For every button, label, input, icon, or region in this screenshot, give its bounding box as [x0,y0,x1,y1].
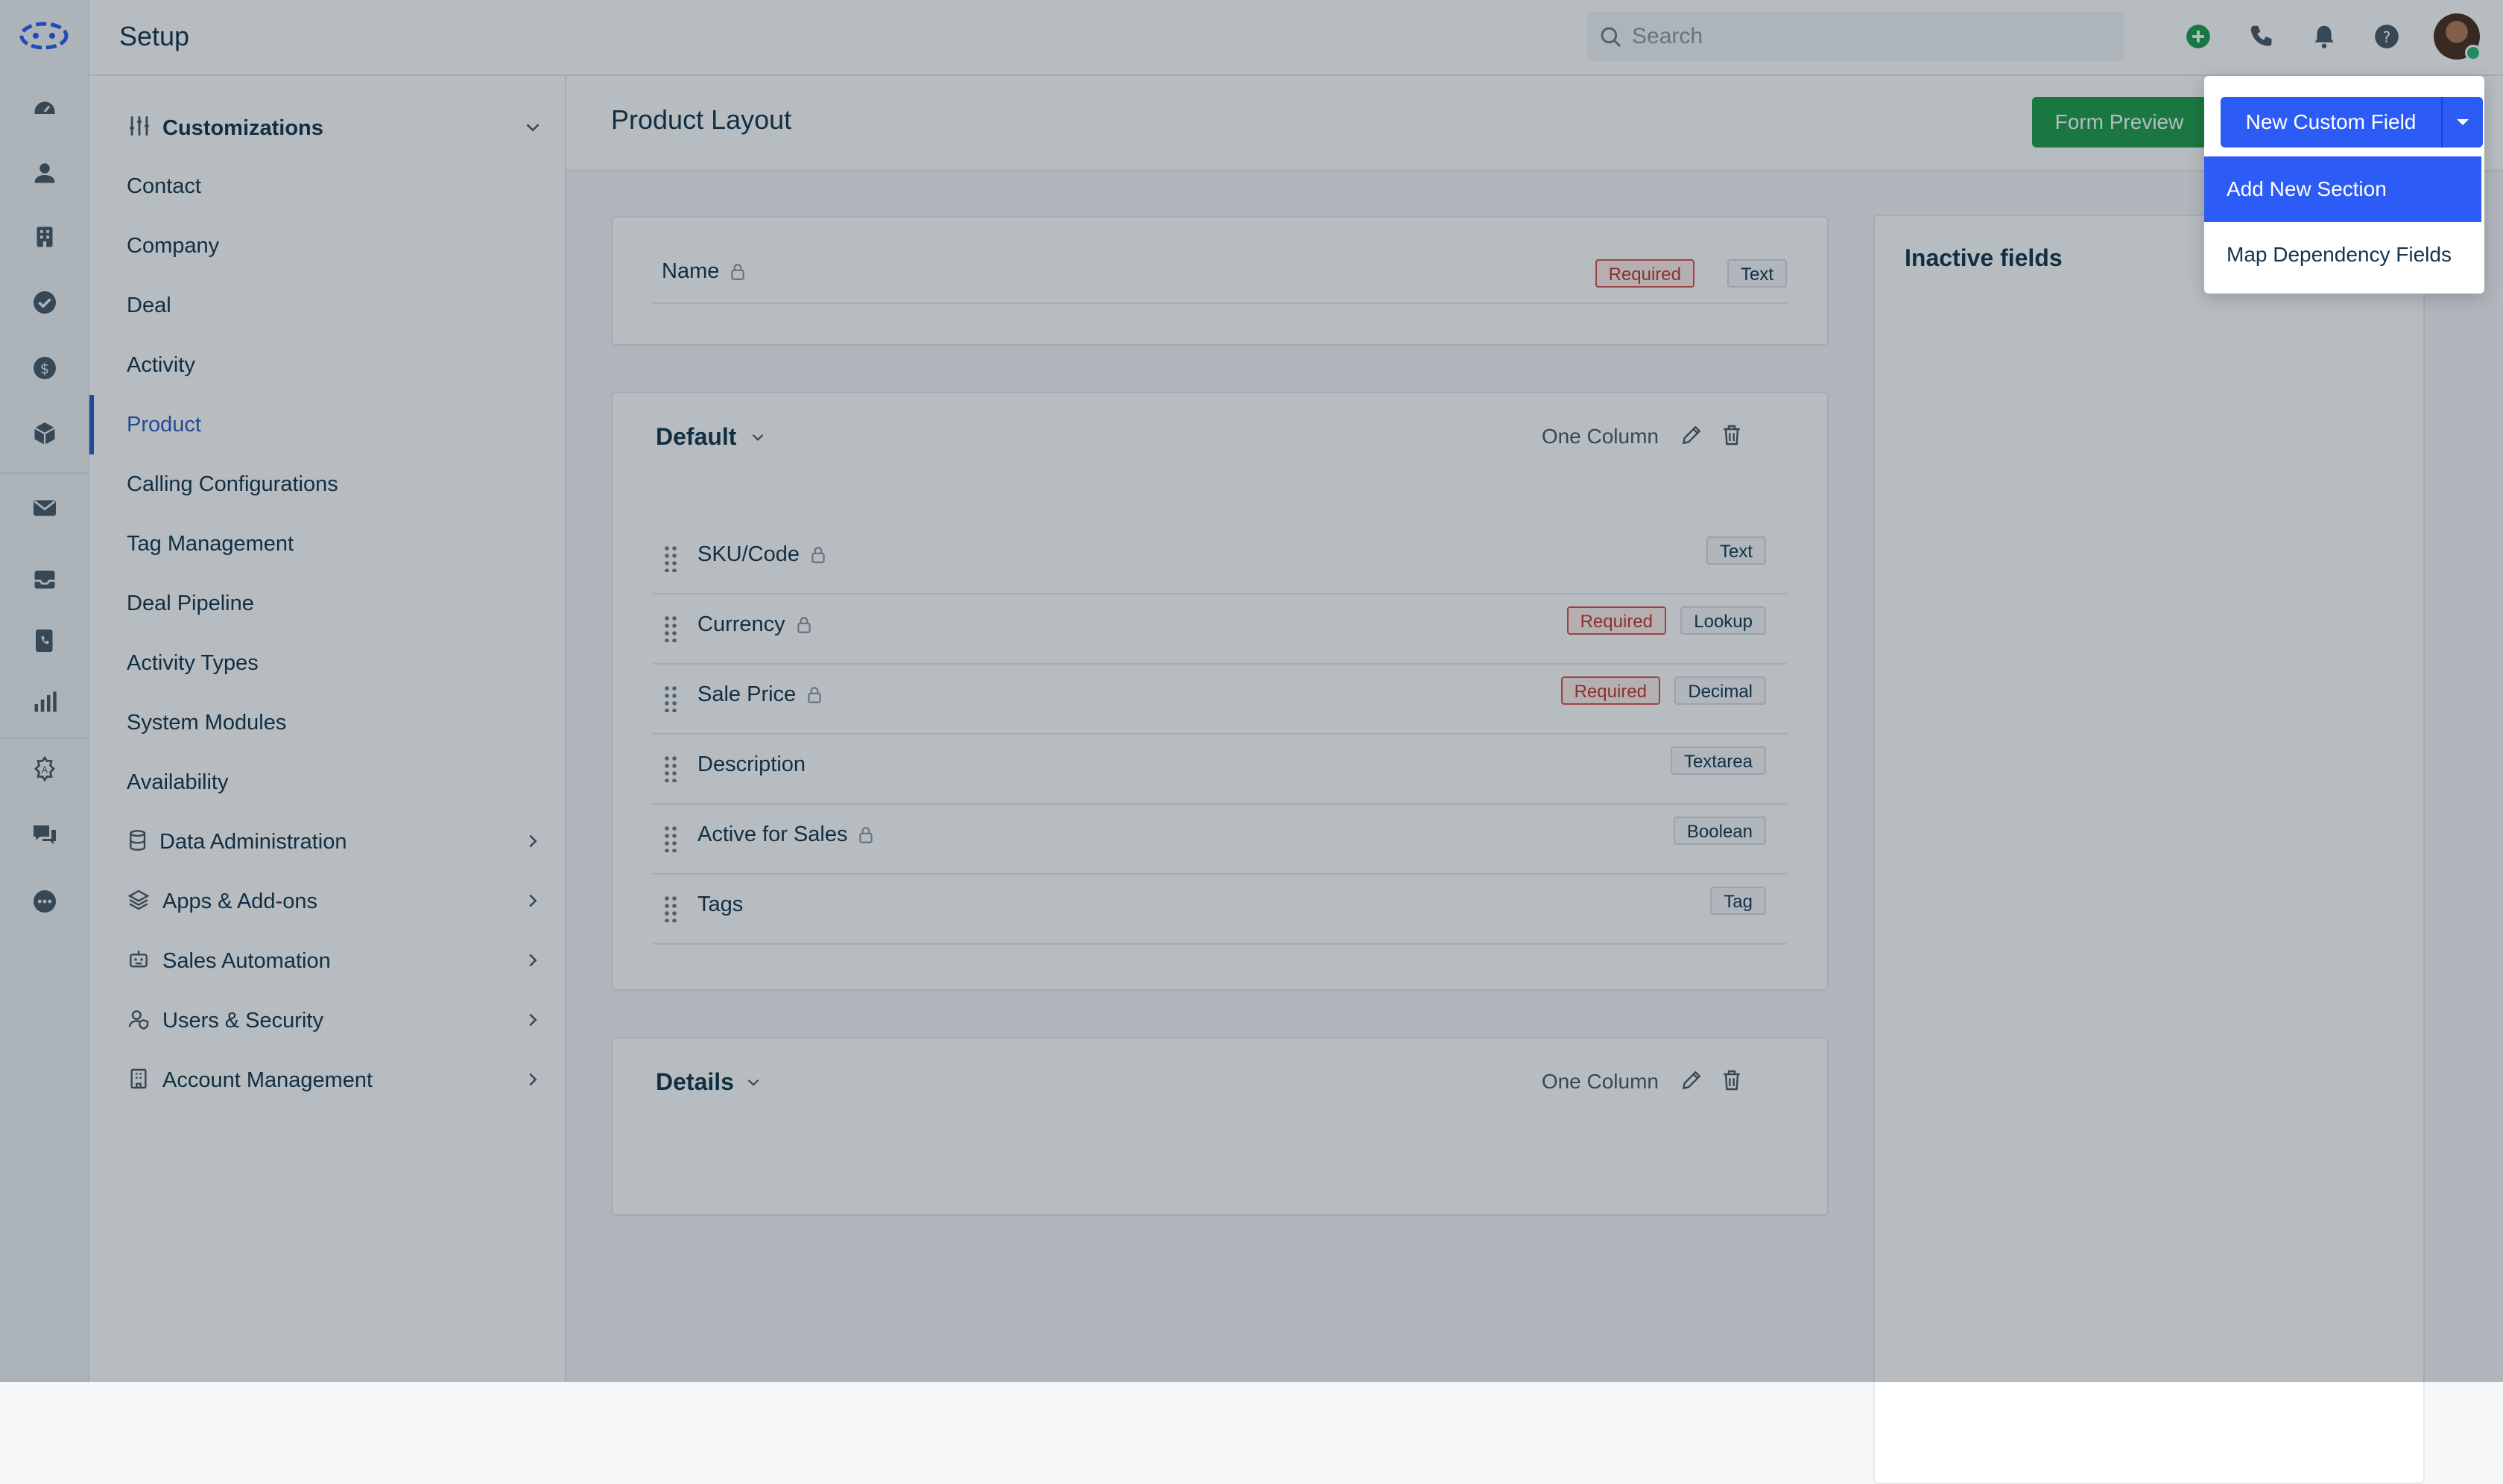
menu-item-map-dependency-fields[interactable]: Map Dependency Fields [2204,222,2481,288]
menu-item-add-new-section[interactable]: Add New Section [2204,156,2481,222]
caret-down-icon [2457,119,2469,125]
new-custom-field-dropdown-toggle-active[interactable] [2441,97,2483,148]
dropdown-backdrop[interactable] [0,0,2503,1382]
new-custom-field-button-active[interactable]: New Custom Field [2221,97,2441,148]
